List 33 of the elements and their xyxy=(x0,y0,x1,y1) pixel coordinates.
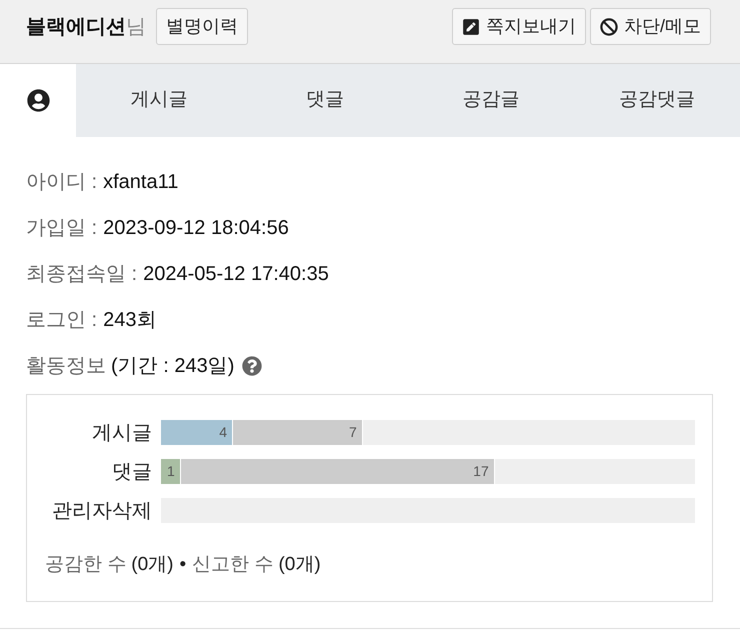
bar-fill: 1 xyxy=(161,459,181,484)
info-label: 로그인 : xyxy=(26,308,98,333)
tab[interactable]: 댓글 xyxy=(242,64,408,137)
nickname-history-button[interactable]: 별명이력 xyxy=(156,8,248,45)
info-label: 가입일 : xyxy=(26,216,98,241)
honorific-text: 님 xyxy=(126,14,146,40)
bar-label: 게시글 xyxy=(91,420,152,446)
edit-icon xyxy=(462,18,480,36)
nickname-title: 블랙에디션 xyxy=(26,14,126,40)
count-value: (0개) xyxy=(278,552,321,577)
info-value: 2024-05-12 17:40:35 xyxy=(143,262,329,287)
user-icon xyxy=(26,89,50,112)
info-value: 2023-09-12 18:04:56 xyxy=(103,216,289,241)
count-value: (0개) xyxy=(131,552,174,577)
activity-period: (기간 : 243일) xyxy=(111,354,234,379)
tab[interactable]: 게시글 xyxy=(76,64,242,137)
separator-text: • xyxy=(180,552,186,577)
tab[interactable]: 공감댓글 xyxy=(574,64,740,137)
count-label: 공감한 수 xyxy=(45,552,126,577)
info-value: xfanta11 xyxy=(103,170,178,195)
info-value: 243회 xyxy=(103,308,156,333)
bar-fill: 4 xyxy=(161,420,234,445)
info-label: 최종접속일 : xyxy=(26,262,138,287)
help-icon[interactable] xyxy=(242,356,262,376)
bar-label: 댓글 xyxy=(111,460,152,484)
block-memo-button[interactable]: 차단/메모 xyxy=(590,8,711,45)
ban-icon xyxy=(600,18,618,36)
activity-label: 활동정보 xyxy=(26,354,106,379)
bar-label: 관리자삭제 xyxy=(51,498,152,524)
tab[interactable]: 공감글 xyxy=(408,64,574,137)
count-label: 신고한 수 xyxy=(192,552,274,577)
send-message-button[interactable]: 쪽지보내기 xyxy=(452,8,586,45)
info-label: 아이디 : xyxy=(26,170,98,195)
